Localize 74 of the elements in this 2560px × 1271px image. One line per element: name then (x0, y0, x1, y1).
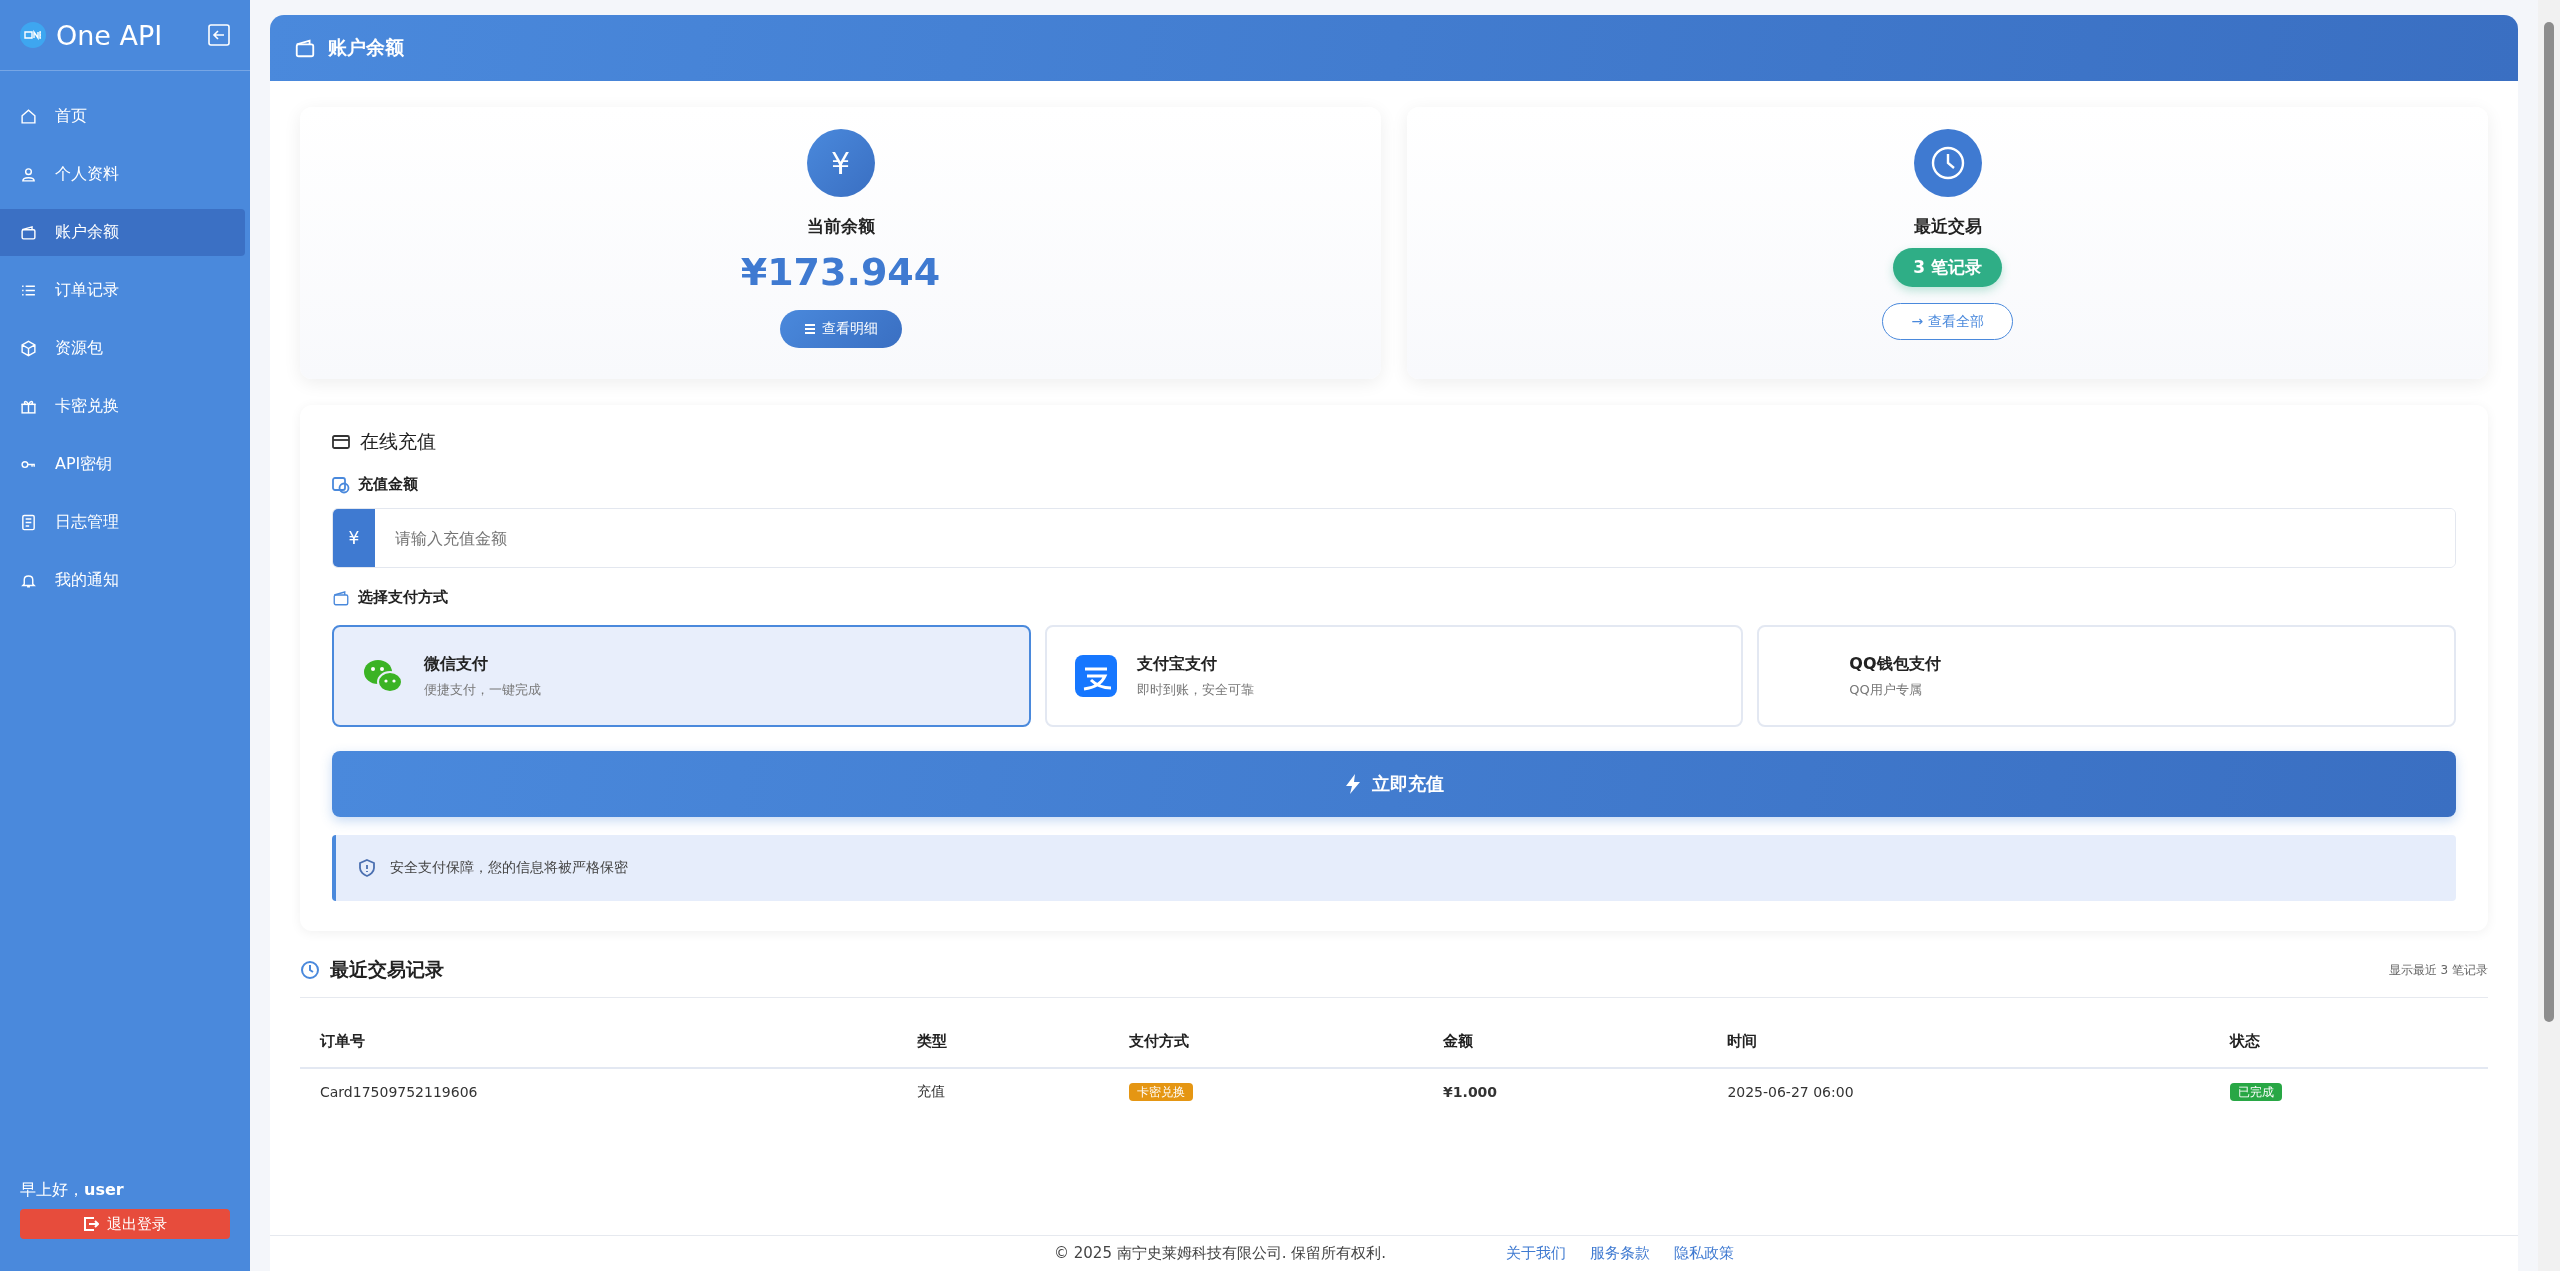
logout-button[interactable]: 退出登录 (20, 1209, 230, 1239)
wallet-icon (294, 37, 316, 59)
amount-field[interactable]: ¥ 请输入充值金额 (332, 508, 2456, 568)
table-cell: ¥1.000 (1423, 1068, 1708, 1115)
clock-icon (300, 960, 320, 980)
sidebar-item[interactable]: 资源包 (0, 325, 245, 372)
user-icon (20, 166, 37, 183)
sidebar-item[interactable]: 账户余额 (0, 209, 245, 256)
logout-icon (83, 1216, 99, 1232)
option-description: 即时到账，安全可靠 (1136, 680, 1254, 699)
column-header: 订单号 (300, 1016, 897, 1068)
column-header: 时间 (1707, 1016, 2210, 1068)
footer-link[interactable]: 关于我们 (1506, 1244, 1566, 1263)
sidebar-item[interactable]: 日志管理 (0, 499, 245, 546)
record-count: 3 笔记录 (1893, 248, 2002, 287)
column-header: 状态 (2209, 1016, 2488, 1068)
record-summary: 显示最近 3 笔记录 (2388, 961, 2488, 979)
sidebar-item[interactable]: 订单记录 (0, 267, 245, 314)
status-tag: 已完成 (2229, 1083, 2282, 1101)
bell-icon (20, 572, 37, 589)
card-title: 当前余额 (806, 215, 875, 238)
list-icon (803, 323, 816, 335)
payment-option[interactable]: 微信支付 便捷支付，一键完成 (332, 625, 1031, 727)
box-icon (20, 340, 37, 357)
balance-amount: ¥173.944 (740, 250, 941, 294)
payment-option[interactable]: 支付宝支付 即时到账，安全可靠 (1044, 625, 1744, 727)
table-cell: Card17509752119606 (300, 1068, 897, 1115)
shield-icon (358, 859, 376, 877)
view-all-button[interactable]: → 查看全部 (1882, 303, 2013, 340)
sidebar-item[interactable]: 首页 (0, 93, 245, 140)
column-header: 金额 (1423, 1016, 1708, 1068)
details-button[interactable]: 查看明细 (779, 310, 902, 348)
method-tag: 卡密兑换 (1128, 1083, 1193, 1101)
page-title: 账户余额 (328, 35, 404, 60)
table-cell: 充值 (897, 1068, 1109, 1115)
card-title: 最近交易 (1913, 215, 1982, 238)
option-description: 便捷支付，一键完成 (424, 680, 541, 699)
gift-icon (20, 398, 37, 415)
coin-icon (332, 475, 350, 494)
clock-icon (1913, 129, 1982, 197)
wallet-icon (332, 588, 350, 607)
yen-icon: ¥ (806, 129, 875, 197)
copyright-text: © 2025 南宁史莱姆科技有限公司. 保留所有权利. (1054, 1244, 1386, 1263)
payment-app-icon (1074, 655, 1117, 697)
section-title: 最近交易记录 (330, 957, 445, 982)
recharge-button[interactable]: 立即充值 (332, 751, 2456, 817)
column-header: 支付方式 (1108, 1016, 1424, 1068)
option-name: QQ钱包支付 (1849, 653, 1941, 675)
section-title: 在线充值 (360, 429, 436, 454)
collapse-icon[interactable] (208, 24, 230, 46)
sidebar-item[interactable]: 个人资料 (0, 151, 245, 198)
card-icon (332, 433, 350, 451)
lightning-icon (1344, 774, 1362, 794)
payment-option[interactable]: QQ钱包支付 QQ用户专属 (1757, 625, 2456, 727)
logo-icon (20, 22, 46, 48)
notice-text: 安全支付保障，您的信息将被严格保密 (390, 859, 628, 877)
sidebar-item[interactable]: 我的通知 (0, 557, 245, 604)
field-label: 充值金额 (358, 475, 418, 494)
option-name: 微信支付 (424, 653, 489, 675)
wallet-icon (20, 224, 37, 241)
column-header: 类型 (897, 1016, 1109, 1068)
sidebar-item[interactable]: API密钥 (0, 441, 245, 488)
home-icon (20, 108, 37, 125)
option-name: 支付宝支付 (1136, 653, 1218, 675)
scrollbar[interactable] (2538, 0, 2560, 1271)
option-description: QQ用户专属 (1849, 680, 1923, 699)
table-cell: 2025-06-27 06:00 (1707, 1068, 2210, 1115)
field-label: 选择支付方式 (358, 588, 448, 607)
greeting: 早上好，user (19, 1180, 125, 1201)
footer-link[interactable]: 隐私政策 (1674, 1244, 1734, 1263)
footer-link[interactable]: 服务条款 (1590, 1244, 1650, 1263)
app-name: One API (56, 19, 164, 51)
log-icon (20, 514, 37, 531)
sidebar-item[interactable]: 卡密兑换 (0, 383, 245, 430)
